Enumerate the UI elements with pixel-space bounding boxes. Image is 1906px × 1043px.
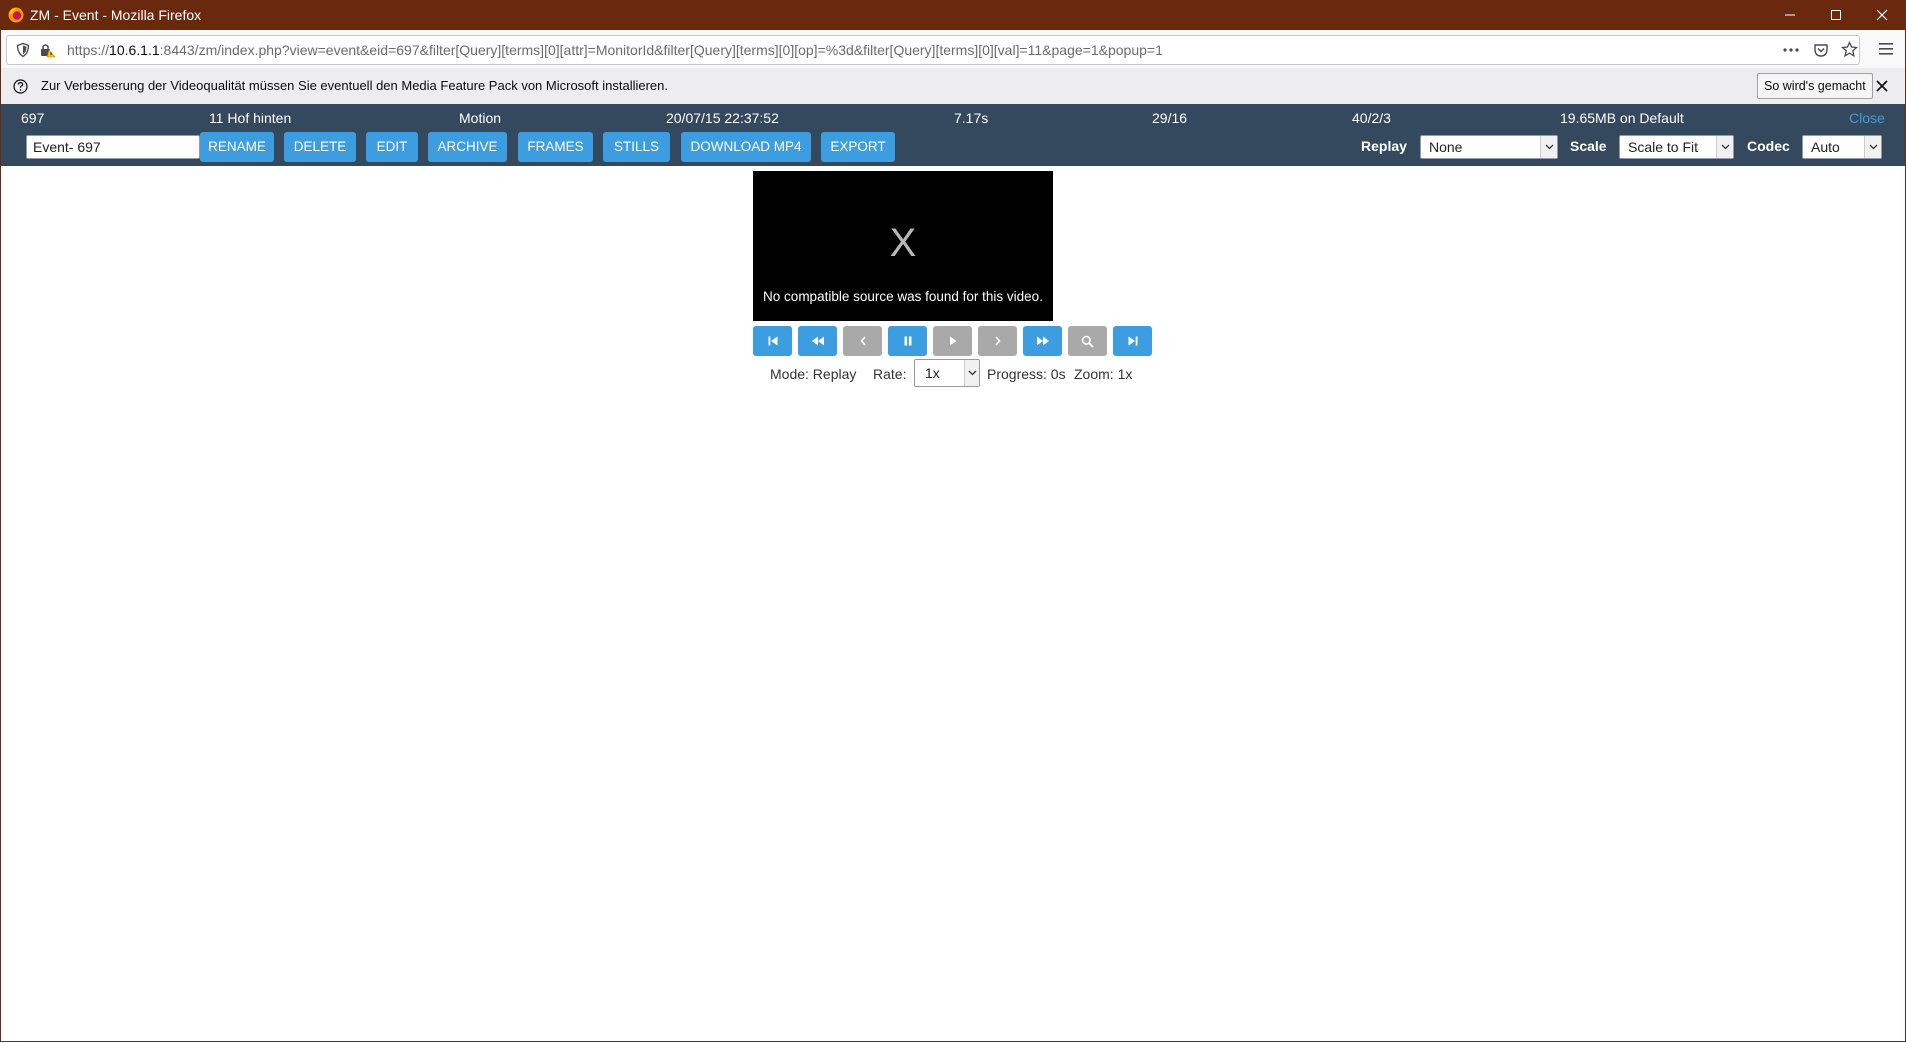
fast-rewind-icon	[811, 336, 824, 346]
how-to-button[interactable]: So wird's gemacht	[1757, 73, 1873, 99]
tracking-shield-icon[interactable]	[15, 42, 31, 58]
firefox-logo-icon	[8, 7, 24, 23]
playback-progress: Progress: 0s	[987, 366, 1066, 382]
playback-mode: Mode: Replay	[770, 366, 857, 382]
skip-to-start-icon	[768, 336, 777, 346]
replay-select-value: None	[1429, 139, 1463, 155]
chevron-left-icon	[859, 336, 866, 346]
event-name-input[interactable]: Event- 697	[26, 135, 200, 159]
notification-bar: Zur Verbesserung der Videoqualität müsse…	[0, 68, 1906, 104]
video-player[interactable]: X No compatible source was found for thi…	[753, 171, 1053, 321]
rate-label: Rate:	[873, 366, 907, 382]
zoom-out-button[interactable]	[1068, 326, 1107, 356]
pause-button[interactable]	[888, 326, 927, 356]
scale-select[interactable]: Scale to Fit	[1619, 135, 1734, 159]
pause-icon	[904, 336, 911, 346]
fast-forward-button[interactable]	[1023, 326, 1062, 356]
event-scores: 40/2/3	[1352, 110, 1391, 126]
maximize-icon	[1831, 10, 1841, 20]
scale-label: Scale	[1570, 138, 1607, 154]
fast-forward-icon	[1036, 336, 1049, 346]
rate-select-value: 1x	[925, 365, 940, 381]
close-notification-icon[interactable]	[1876, 80, 1888, 92]
play-icon	[949, 336, 956, 346]
codec-select[interactable]: Auto	[1802, 135, 1882, 159]
delete-button[interactable]: DELETE	[284, 132, 356, 162]
more-actions-icon[interactable]	[1782, 42, 1800, 58]
url-text: https://10.6.1.1:8443/zm/index.php?view=…	[67, 42, 1163, 58]
notification-message: Zur Verbesserung der Videoqualität müsse…	[41, 78, 668, 93]
codec-label: Codec	[1747, 138, 1790, 154]
chevron-right-icon	[994, 336, 1001, 346]
chevron-down-icon	[964, 360, 979, 386]
frames-button[interactable]: FRAMES	[518, 132, 593, 162]
close-link[interactable]: Close	[1849, 110, 1885, 126]
close-icon	[1876, 9, 1888, 21]
next-event-button[interactable]	[1113, 326, 1152, 356]
video-placeholder-x: X	[889, 221, 917, 265]
chevron-down-icon	[1540, 136, 1557, 158]
pocket-icon[interactable]	[1813, 42, 1829, 58]
chevron-down-icon	[1864, 136, 1881, 158]
rate-select[interactable]: 1x	[914, 359, 980, 387]
scale-select-value: Scale to Fit	[1628, 139, 1699, 155]
edit-button[interactable]: EDIT	[366, 132, 418, 162]
event-id: 697	[21, 110, 45, 126]
bookmark-star-icon[interactable]	[1841, 41, 1858, 58]
url-path: :8443/zm/index.php?view=event&eid=697&fi…	[159, 42, 1163, 58]
event-monitor: 11 Hof hinten	[209, 110, 292, 126]
first-event-button[interactable]	[753, 326, 792, 356]
hamburger-menu-icon[interactable]	[1878, 42, 1894, 56]
url-host: 10.6.1.1	[109, 42, 160, 58]
rename-button[interactable]: RENAME	[200, 132, 274, 162]
archive-button[interactable]: ARCHIVE	[428, 132, 507, 162]
zoom-icon	[1081, 335, 1094, 348]
event-cause: Motion	[459, 110, 502, 126]
skip-to-end-icon	[1128, 336, 1137, 346]
window-title: ZM - Event - Mozilla Firefox	[30, 7, 202, 23]
event-time: 20/07/15 22:37:52	[666, 110, 779, 126]
event-disk-size: 19.65MB on Default	[1560, 110, 1684, 126]
codec-select-value: Auto	[1811, 139, 1840, 155]
fast-reverse-button[interactable]	[798, 326, 837, 356]
maximize-button[interactable]	[1813, 0, 1859, 30]
video-error-message: No compatible source was found for this …	[763, 289, 1043, 304]
playback-zoom: Zoom: 1x	[1074, 366, 1133, 382]
replay-select[interactable]: None	[1420, 135, 1558, 159]
browser-navbar: https://10.6.1.1:8443/zm/index.php?view=…	[0, 30, 1906, 69]
minimize-button[interactable]	[1767, 0, 1813, 30]
step-back-button[interactable]	[843, 326, 882, 356]
event-frames: 29/16	[1152, 110, 1188, 126]
window-titlebar: ZM - Event - Mozilla Firefox	[0, 0, 1906, 30]
chevron-down-icon	[1716, 136, 1733, 158]
download-mp4-button[interactable]: DOWNLOAD MP4	[681, 132, 811, 162]
close-window-button[interactable]	[1859, 0, 1905, 30]
stills-button[interactable]: STILLS	[603, 132, 670, 162]
url-bar[interactable]: https://10.6.1.1:8443/zm/index.php?view=…	[6, 35, 1860, 65]
event-header: 697 11 Hof hinten Motion 20/07/15 22:37:…	[0, 104, 1906, 166]
minimize-icon	[1785, 14, 1795, 16]
play-button[interactable]	[933, 326, 972, 356]
export-button[interactable]: EXPORT	[821, 132, 895, 162]
insecure-lock-icon[interactable]	[39, 42, 57, 58]
replay-label: Replay	[1361, 138, 1407, 154]
event-duration: 7.17s	[954, 110, 989, 126]
url-scheme: https://	[67, 42, 110, 58]
help-icon	[13, 79, 28, 94]
step-forward-button[interactable]	[978, 326, 1017, 356]
